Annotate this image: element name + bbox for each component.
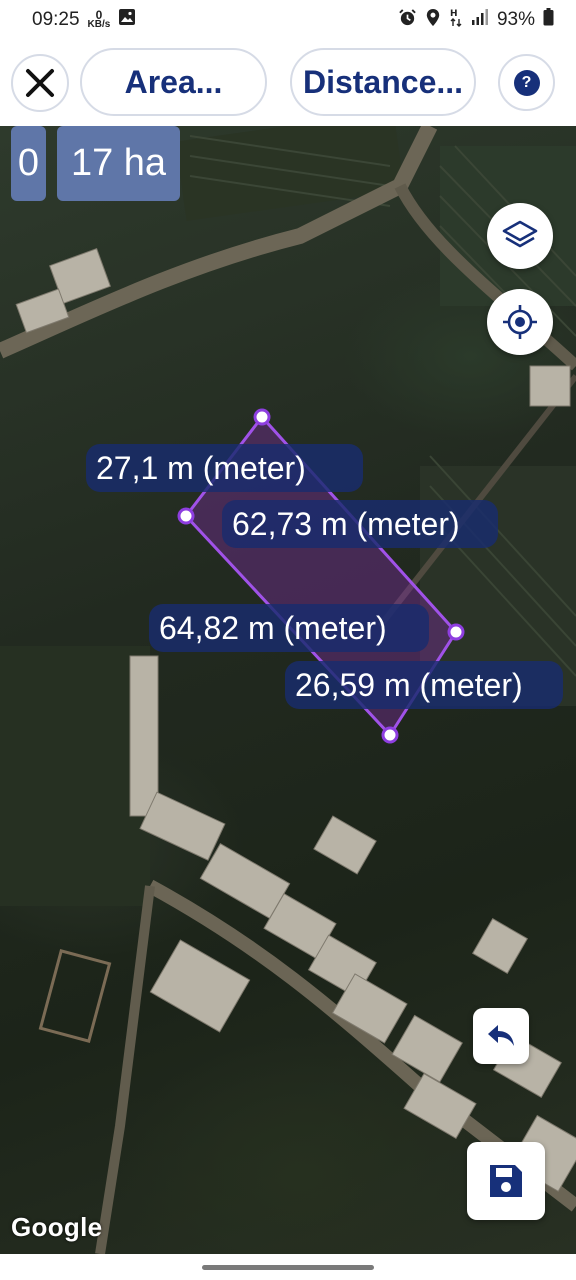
polygon-vertex	[447, 623, 465, 641]
net-speed: 0 KB/s	[87, 9, 111, 30]
status-bar: 09:25 0 KB/s H 93%	[0, 0, 576, 40]
undo-icon	[488, 1025, 514, 1046]
polygon-vertex	[177, 507, 195, 525]
my-location-button[interactable]	[487, 289, 553, 355]
distance-button[interactable]: Distance...	[290, 48, 476, 116]
measurement-chip-left: 0	[11, 126, 46, 201]
segment-length-label: 64,82 m (meter)	[149, 604, 429, 652]
close-icon	[26, 69, 54, 97]
save-icon	[490, 1165, 522, 1197]
layers-icon	[502, 220, 538, 248]
location-icon	[425, 8, 441, 33]
battery-percent: 93%	[496, 9, 535, 30]
area-total-chip: 17 ha	[57, 126, 180, 201]
area-button[interactable]: Area...	[80, 48, 267, 116]
close-button[interactable]	[11, 54, 69, 112]
satellite-map[interactable]: 0 17 ha 27,1 m (meter) 62,73 m (meter) 6…	[0, 126, 576, 1254]
home-gesture-handle[interactable]	[202, 1264, 374, 1270]
status-right: H 93%	[398, 7, 554, 33]
save-button[interactable]	[467, 1142, 545, 1220]
polygon-vertex	[253, 408, 271, 426]
battery-icon	[543, 8, 554, 32]
segment-length-label: 27,1 m (meter)	[86, 444, 363, 492]
svg-text:H: H	[450, 9, 458, 19]
layers-button[interactable]	[487, 203, 553, 269]
undo-button[interactable]	[473, 1008, 529, 1064]
polygon-vertex	[381, 726, 399, 744]
help-button[interactable]: ?	[498, 54, 555, 111]
signal-icon	[471, 8, 489, 32]
data-icon: H	[449, 7, 463, 33]
alarm-icon	[398, 8, 417, 33]
google-attribution: Google	[11, 1212, 103, 1242]
navigation-bar	[0, 1254, 576, 1280]
status-left: 09:25 0 KB/s	[32, 8, 136, 32]
segment-length-label: 62,73 m (meter)	[222, 500, 498, 548]
my-location-icon	[503, 305, 537, 339]
help-icon: ?	[513, 69, 540, 96]
top-toolbar: Area... Distance... ?	[0, 40, 576, 126]
net-speed-unit: KB/s	[87, 19, 111, 30]
status-time: 09:25	[32, 9, 80, 30]
segment-length-label: 26,59 m (meter)	[285, 661, 563, 709]
gallery-icon	[118, 8, 136, 32]
